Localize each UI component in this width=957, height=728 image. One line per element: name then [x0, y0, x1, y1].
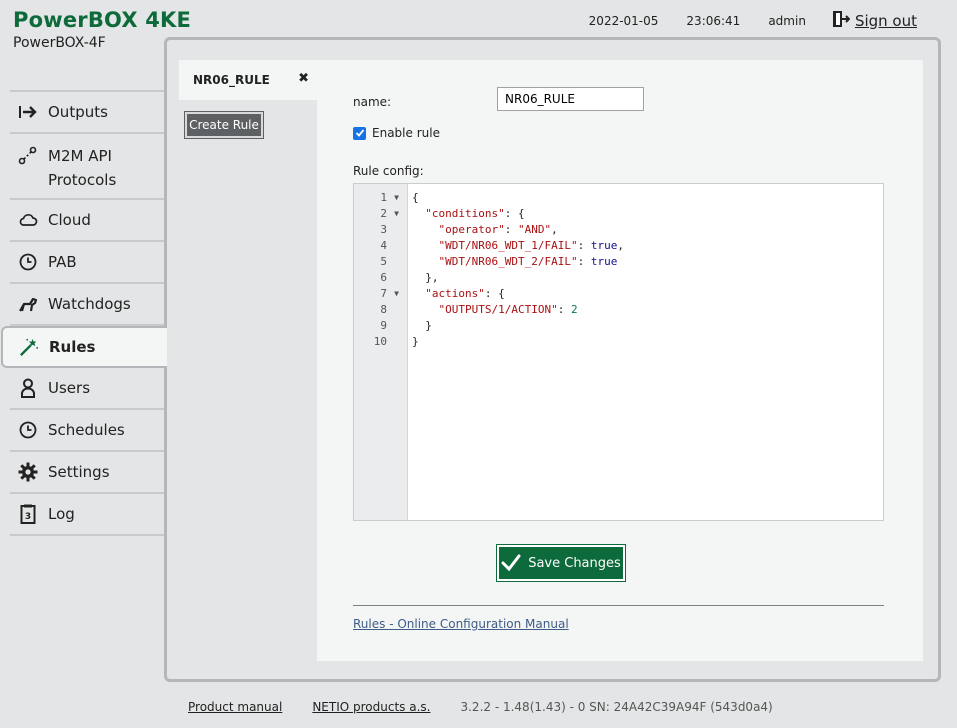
enable-rule-checkbox[interactable] [353, 126, 366, 140]
sidebar-item-watchdogs[interactable]: Watchdogs [10, 284, 166, 326]
code-line: "OUTPUTS/1/ACTION": 2 [438, 303, 578, 316]
user-icon [18, 378, 38, 398]
code-line: { [412, 191, 419, 204]
sidebar-item-label: Watchdogs [48, 295, 131, 313]
line-number: 9 [380, 319, 387, 332]
sign-out-icon [832, 10, 851, 31]
save-changes-button[interactable]: Save Changes [496, 544, 626, 582]
code-area[interactable]: { "conditions": { "operator": "AND", "WD… [408, 184, 624, 520]
fold-arrow-icon[interactable]: ▼ [394, 206, 399, 222]
sidebar-item-label: Log [48, 505, 75, 523]
username-display: admin [768, 13, 806, 28]
rule-tab-label: NR06_RULE [193, 73, 270, 87]
clock-icon [18, 252, 38, 272]
time-display: 23:06:41 [686, 13, 741, 28]
dog-icon [18, 294, 38, 314]
code-line: "WDT/NR06_WDT_1/FAIL": true, [438, 239, 624, 252]
sidebar-item-label: Cloud [48, 211, 91, 229]
line-number: 5 [380, 255, 387, 268]
cloud-icon [18, 210, 38, 230]
svg-text:3: 3 [25, 512, 31, 522]
code-line: "operator": "AND", [438, 223, 558, 236]
fold-arrow-icon[interactable]: ▼ [394, 286, 399, 302]
rules-manual-link[interactable]: Rules - Online Configuration Manual [353, 617, 569, 631]
enable-rule-row: Enable rule [353, 126, 440, 140]
code-line: "actions": { [425, 287, 505, 300]
sidebar-nav: Outputs M2M API Protocols Cloud PAB Watc… [1, 90, 167, 536]
rule-config-editor[interactable]: 1 ▼ 2 ▼ 3 4 5 6 7 ▼ 8 9 10 { "conditions": … [353, 183, 884, 521]
sidebar-item-settings[interactable]: Settings [10, 452, 166, 494]
sidebar-item-label: Settings [48, 463, 110, 481]
sidebar-item-schedules[interactable]: Schedules [10, 410, 166, 452]
line-number: 3 [380, 223, 387, 236]
magic-wand-icon [19, 337, 39, 357]
code-line: "conditions": { [425, 207, 525, 220]
sidebar-item-label: Outputs [48, 103, 108, 121]
date-display: 2022-01-05 [588, 13, 659, 28]
fold-arrow-icon[interactable]: ▼ [394, 190, 399, 206]
sidebar-item-label-line2: Protocols [48, 171, 117, 189]
sidebar-item-outputs[interactable]: Outputs [10, 92, 166, 134]
checkmark-icon [355, 129, 364, 137]
line-number: 1 ▼ [380, 190, 399, 206]
sidebar-item-m2m-api-protocols[interactable]: M2M API Protocols [10, 134, 166, 200]
sidebar-item-label: M2M API Protocols [48, 144, 116, 192]
sidebar-item-label: Users [48, 379, 91, 397]
divider [353, 605, 884, 606]
sidebar-item-log[interactable]: 3 Log [10, 494, 166, 536]
line-number: 6 [380, 271, 387, 284]
sign-out-button[interactable]: Sign out [832, 10, 917, 31]
sidebar-item-label: PAB [48, 253, 77, 271]
create-rule-button[interactable]: Create Rule [184, 111, 264, 139]
m2m-icon [18, 146, 38, 166]
company-link[interactable]: NETIO products a.s. [312, 700, 430, 714]
log-icon: 3 [18, 504, 38, 524]
line-number: 10 [373, 335, 387, 348]
code-line: }, [412, 271, 439, 284]
line-number: 2 ▼ [380, 206, 399, 222]
top-bar: 2022-01-05 23:06:41 admin Sign out [561, 10, 917, 31]
code-line: } [412, 319, 432, 332]
name-label: name: [353, 95, 392, 109]
sign-out-label: Sign out [854, 11, 917, 30]
footer: Product manual NETIO products a.s. 3.2.2… [188, 700, 773, 714]
checkmark-icon [501, 554, 521, 572]
code-line: "WDT/NR06_WDT_2/FAIL": true [438, 255, 618, 268]
gear-icon [18, 462, 38, 482]
rule-editor-form: name: Enable rule Rule config: 1▼ 2▼ 3 4… [317, 60, 923, 661]
code-line: } [412, 335, 419, 348]
arrow-right-icon [18, 102, 38, 122]
line-number-gutter: 1 ▼ 2 ▼ 3 4 5 6 7 ▼ 8 9 10 [354, 184, 408, 520]
brand-title: PowerBOX 4KE [13, 8, 192, 32]
close-icon[interactable]: ✖ [298, 71, 309, 86]
clock-icon [18, 420, 38, 440]
sidebar-item-label: Schedules [48, 421, 125, 439]
sidebar-item-rules[interactable]: Rules [1, 326, 167, 368]
save-changes-label: Save Changes [528, 555, 621, 571]
enable-rule-label: Enable rule [372, 126, 440, 140]
rule-tab[interactable]: NR06_RULE ✖ [179, 60, 317, 100]
product-manual-link[interactable]: Product manual [188, 700, 282, 714]
sidebar-item-pab[interactable]: PAB [10, 242, 166, 284]
version-info: 3.2.2 - 1.48(1.43) - 0 SN: 24A42C39A94F … [460, 700, 773, 714]
sidebar-item-label-line1: M2M API [48, 147, 112, 165]
rule-name-input[interactable] [497, 87, 644, 111]
line-number: 8 [380, 303, 387, 316]
sidebar-item-label: Rules [49, 338, 96, 356]
sidebar-item-users[interactable]: Users [10, 368, 166, 410]
sidebar-item-cloud[interactable]: Cloud [10, 200, 166, 242]
rule-config-label: Rule config: [353, 164, 424, 178]
line-number: 4 [380, 239, 387, 252]
line-number: 7 ▼ [380, 286, 399, 302]
main-panel: NR06_RULE ✖ Create Rule name: Enable rul… [164, 37, 941, 682]
